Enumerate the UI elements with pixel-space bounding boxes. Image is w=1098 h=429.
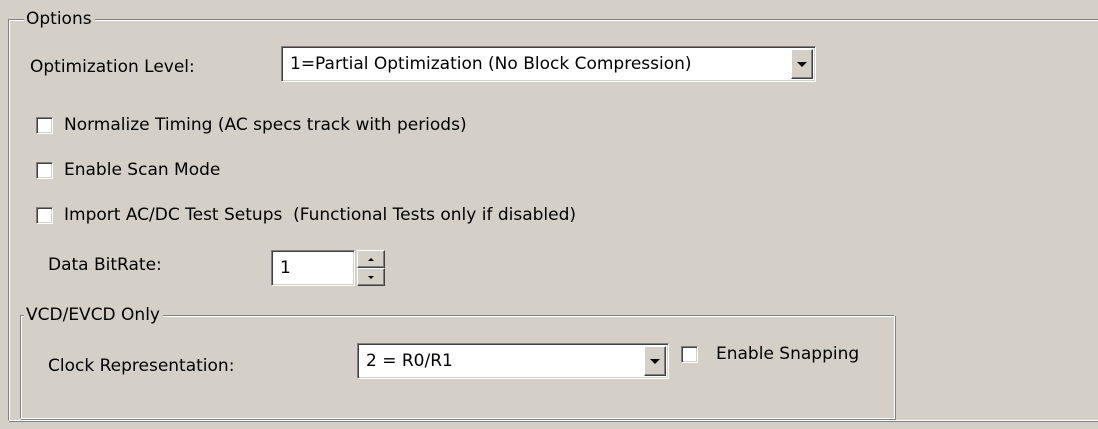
data-bitrate-spin-up[interactable] (357, 250, 385, 268)
optimization-level-dropdown-button[interactable] (791, 49, 813, 79)
arrow-down-icon (368, 275, 374, 279)
enable-snapping-label[interactable]: Enable Snapping (716, 344, 859, 364)
optimization-level-label: Optimization Level: (30, 57, 195, 77)
data-bitrate-value: 1 (280, 258, 291, 278)
clock-representation-dropdown-button[interactable] (644, 346, 666, 376)
options-legend: Options (24, 10, 95, 28)
chevron-down-icon (650, 358, 660, 364)
chevron-down-icon (797, 61, 807, 67)
clock-representation-value: 2 = R0/R1 (366, 351, 453, 371)
vcd-evcd-legend: VCD/EVCD Only (24, 306, 163, 324)
optimization-level-value: 1=Partial Optimization (No Block Compres… (290, 54, 692, 74)
enable-scan-mode-label[interactable]: Enable Scan Mode (64, 160, 220, 180)
data-bitrate-input[interactable]: 1 (271, 250, 355, 286)
data-bitrate-label: Data BitRate: (48, 255, 162, 275)
enable-snapping-checkbox[interactable] (681, 346, 698, 363)
normalize-timing-label[interactable]: Normalize Timing (AC specs track with pe… (64, 115, 467, 135)
arrow-up-icon (368, 257, 374, 261)
clock-representation-label: Clock Representation: (48, 356, 235, 376)
normalize-timing-checkbox[interactable] (36, 117, 53, 134)
optimization-level-select[interactable]: 1=Partial Optimization (No Block Compres… (281, 46, 816, 82)
clock-representation-select[interactable]: 2 = R0/R1 (357, 343, 669, 379)
import-acdc-test-setups-label[interactable]: Import AC/DC Test Setups (Functional Tes… (64, 205, 576, 225)
data-bitrate-spin-down[interactable] (357, 268, 385, 286)
import-acdc-test-setups-checkbox[interactable] (36, 207, 53, 224)
enable-scan-mode-checkbox[interactable] (36, 162, 53, 179)
